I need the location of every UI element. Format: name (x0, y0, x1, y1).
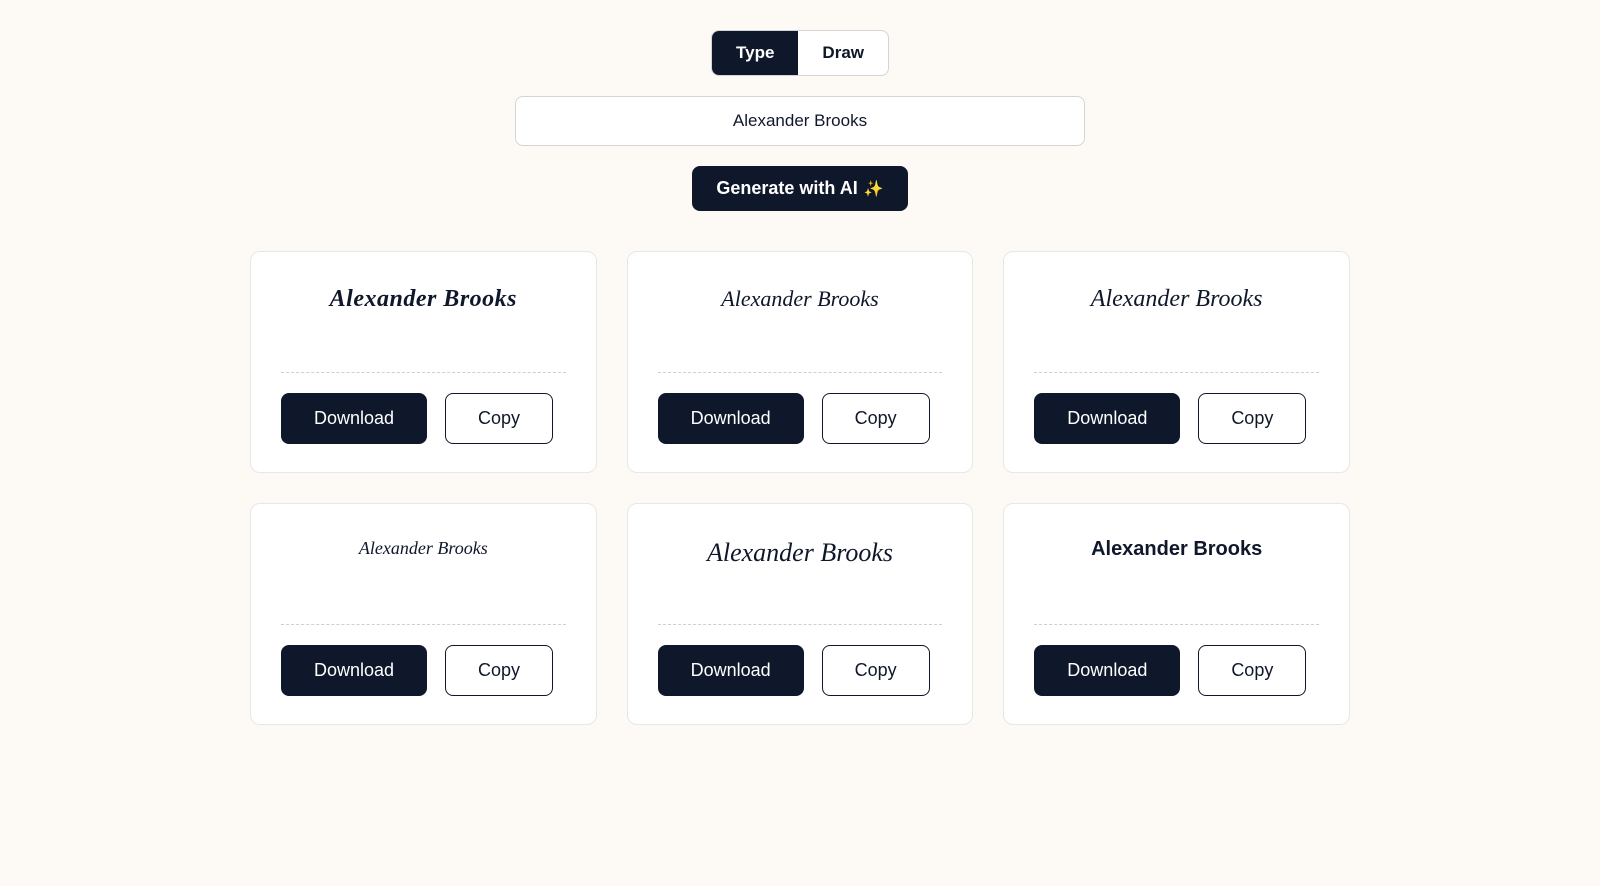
download-button[interactable]: Download (281, 393, 427, 444)
sparkle-icon: ✨ (864, 179, 884, 199)
signature-card: Alexander Brooks Download Copy (1003, 251, 1350, 473)
copy-button[interactable]: Copy (822, 393, 930, 444)
signature-preview: Alexander Brooks (1034, 282, 1319, 372)
signature-preview: Alexander Brooks (658, 282, 943, 372)
divider (1034, 624, 1319, 625)
signature-preview: Alexander Brooks (658, 534, 943, 624)
copy-button[interactable]: Copy (445, 645, 553, 696)
copy-button[interactable]: Copy (445, 393, 553, 444)
copy-button[interactable]: Copy (1198, 645, 1306, 696)
signature-card: Alexander Brooks Download Copy (1003, 503, 1350, 725)
signature-card: Alexander Brooks Download Copy (627, 251, 974, 473)
divider (658, 624, 943, 625)
tab-type[interactable]: Type (712, 31, 798, 75)
divider (658, 372, 943, 373)
divider (281, 372, 566, 373)
name-input[interactable] (515, 96, 1085, 146)
download-button[interactable]: Download (1034, 645, 1180, 696)
download-button[interactable]: Download (1034, 393, 1180, 444)
divider (1034, 372, 1319, 373)
copy-button[interactable]: Copy (1198, 393, 1306, 444)
generate-label: Generate with AI (716, 178, 857, 199)
signature-card: Alexander Brooks Download Copy (250, 251, 597, 473)
signature-preview: Alexander Brooks (1034, 534, 1319, 624)
signature-card: Alexander Brooks Download Copy (627, 503, 974, 725)
signature-card: Alexander Brooks Download Copy (250, 503, 597, 725)
signature-grid: Alexander Brooks Download Copy Alexander… (250, 251, 1350, 725)
divider (281, 624, 566, 625)
signature-preview: Alexander Brooks (281, 282, 566, 372)
download-button[interactable]: Download (658, 645, 804, 696)
tab-draw[interactable]: Draw (798, 31, 888, 75)
download-button[interactable]: Download (658, 393, 804, 444)
copy-button[interactable]: Copy (822, 645, 930, 696)
mode-tabs: Type Draw (250, 30, 1350, 76)
generate-button[interactable]: Generate with AI ✨ (692, 166, 907, 211)
signature-preview: Alexander Brooks (281, 534, 566, 624)
download-button[interactable]: Download (281, 645, 427, 696)
